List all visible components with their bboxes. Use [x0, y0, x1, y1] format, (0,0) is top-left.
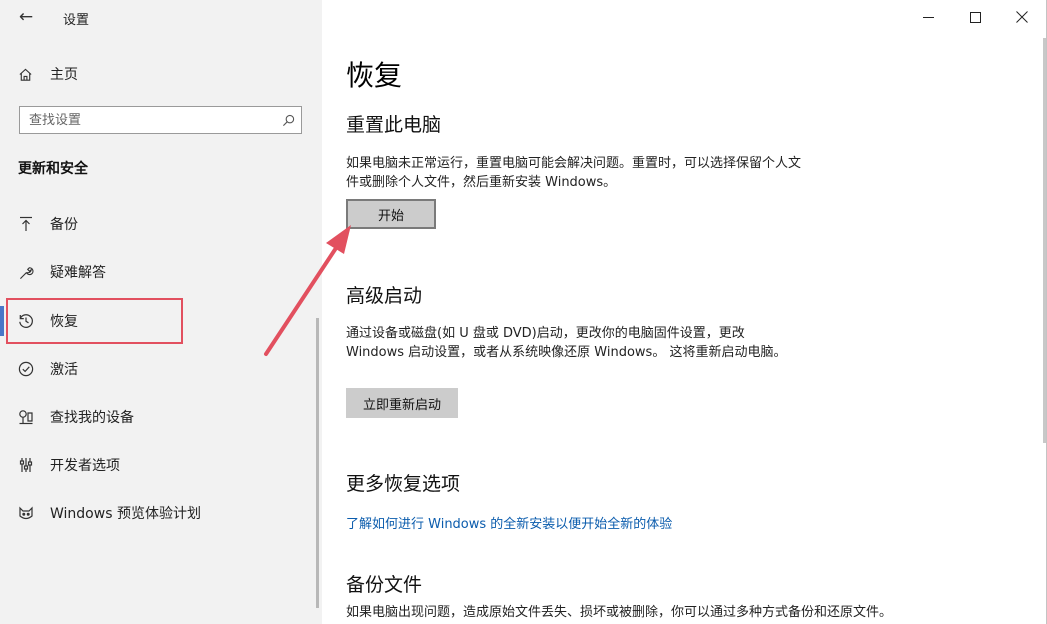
sidebar-item-label: 备份: [50, 217, 78, 233]
insider-icon: [18, 505, 34, 521]
backup-files-description: 如果电脑出现问题，造成原始文件丢失、损坏或被删除，你可以通过多种方式备份和还原文…: [346, 605, 893, 620]
restart-now-button[interactable]: 立即重新启动: [346, 388, 458, 418]
sidebar-item-developer[interactable]: 开发者选项: [18, 451, 120, 479]
backup-files-heading: 备份文件: [346, 574, 423, 596]
search-icon[interactable]: [275, 114, 301, 127]
sidebar-item-label: Windows 预览体验计划: [50, 506, 201, 522]
reset-description: 如果电脑未正常运行，重置电脑可能会解决问题。重置时，可以选择保留个人文件或删除个…: [346, 156, 802, 190]
home-label: 主页: [50, 67, 78, 83]
check-circle-icon: [18, 361, 34, 377]
app-title: 设置: [63, 13, 90, 28]
wrench-icon: [18, 264, 34, 280]
advanced-startup-description: 通过设备或磁盘(如 U 盘或 DVD)启动，更改你的电脑固件设置，更改 Wind…: [346, 326, 787, 360]
sidebar-item-activation[interactable]: 激活: [18, 355, 78, 383]
page-title: 恢复: [346, 59, 403, 92]
sidebar-item-find-device[interactable]: 查找我的设备: [18, 403, 134, 431]
sidebar-item-backup[interactable]: 备份: [18, 210, 78, 238]
advanced-startup-heading: 高级启动: [346, 285, 423, 307]
search-input[interactable]: [20, 112, 275, 128]
search-box: [19, 106, 302, 134]
back-arrow-icon: ←: [18, 7, 34, 27]
sidebar-item-insider[interactable]: Windows 预览体验计划: [18, 499, 201, 527]
maximize-button[interactable]: [952, 0, 998, 34]
minimize-icon: [922, 16, 934, 18]
home-nav-item[interactable]: 主页: [18, 64, 78, 84]
backup-icon: [18, 216, 34, 232]
back-button[interactable]: ←: [10, 4, 42, 30]
sidebar: ← 设置 主页 更新和安全 备份 疑难解答: [0, 0, 322, 624]
developer-icon: [18, 457, 34, 473]
clean-install-link[interactable]: 了解如何进行 Windows 的全新安装以便开始全新的体验: [346, 513, 672, 532]
minimize-button[interactable]: [905, 0, 951, 34]
sidebar-item-label: 疑难解答: [50, 265, 106, 281]
sidebar-scrollbar[interactable]: [316, 318, 319, 608]
find-device-icon: [18, 409, 34, 425]
reset-heading: 重置此电脑: [346, 114, 442, 136]
more-options-heading: 更多恢复选项: [346, 473, 461, 495]
main-content: 恢复 重置此电脑 如果电脑未正常运行，重置电脑可能会解决问题。重置时，可以选择保…: [322, 0, 1047, 624]
reset-start-button[interactable]: 开始: [346, 199, 436, 229]
close-icon: [1016, 11, 1028, 23]
home-icon: [19, 68, 32, 81]
active-indicator: [0, 306, 4, 336]
maximize-icon: [969, 11, 981, 23]
annotation-highlight-box: [6, 298, 183, 344]
close-button[interactable]: [999, 0, 1045, 34]
sidebar-item-label: 激活: [50, 362, 78, 378]
sidebar-item-troubleshoot[interactable]: 疑难解答: [18, 258, 106, 286]
sidebar-item-label: 查找我的设备: [50, 410, 134, 426]
sidebar-item-label: 开发者选项: [50, 458, 120, 474]
section-title: 更新和安全: [18, 161, 88, 177]
